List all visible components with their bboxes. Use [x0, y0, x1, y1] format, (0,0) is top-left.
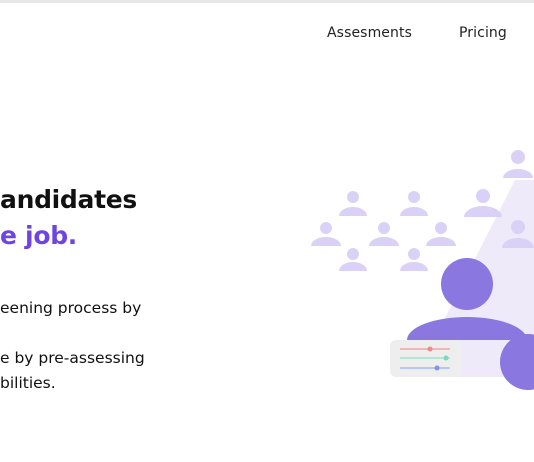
hero-description-line3: bilities.	[0, 374, 56, 392]
hero-headline: andidates e job.	[0, 182, 137, 254]
nav-pricing-link[interactable]: Pricing	[459, 25, 507, 41]
top-border	[0, 0, 534, 3]
hero-headline-line1: andidates	[0, 185, 137, 214]
hero-description-line2: e by pre-assessing	[0, 349, 145, 367]
sliders-card-icon	[390, 340, 462, 377]
hero-description-gap	[0, 321, 145, 346]
nav-assessments-link[interactable]: Assesments	[327, 25, 412, 41]
hero-description-line1: eening process by	[0, 299, 142, 317]
hero-headline-highlight: e job.	[0, 221, 77, 250]
hero-illustration	[300, 140, 534, 400]
candidate-selection-illustration	[311, 150, 534, 390]
top-navigation: Assesments Pricing	[0, 25, 534, 45]
hero-description: eening process by e by pre-assessing bil…	[0, 296, 145, 396]
